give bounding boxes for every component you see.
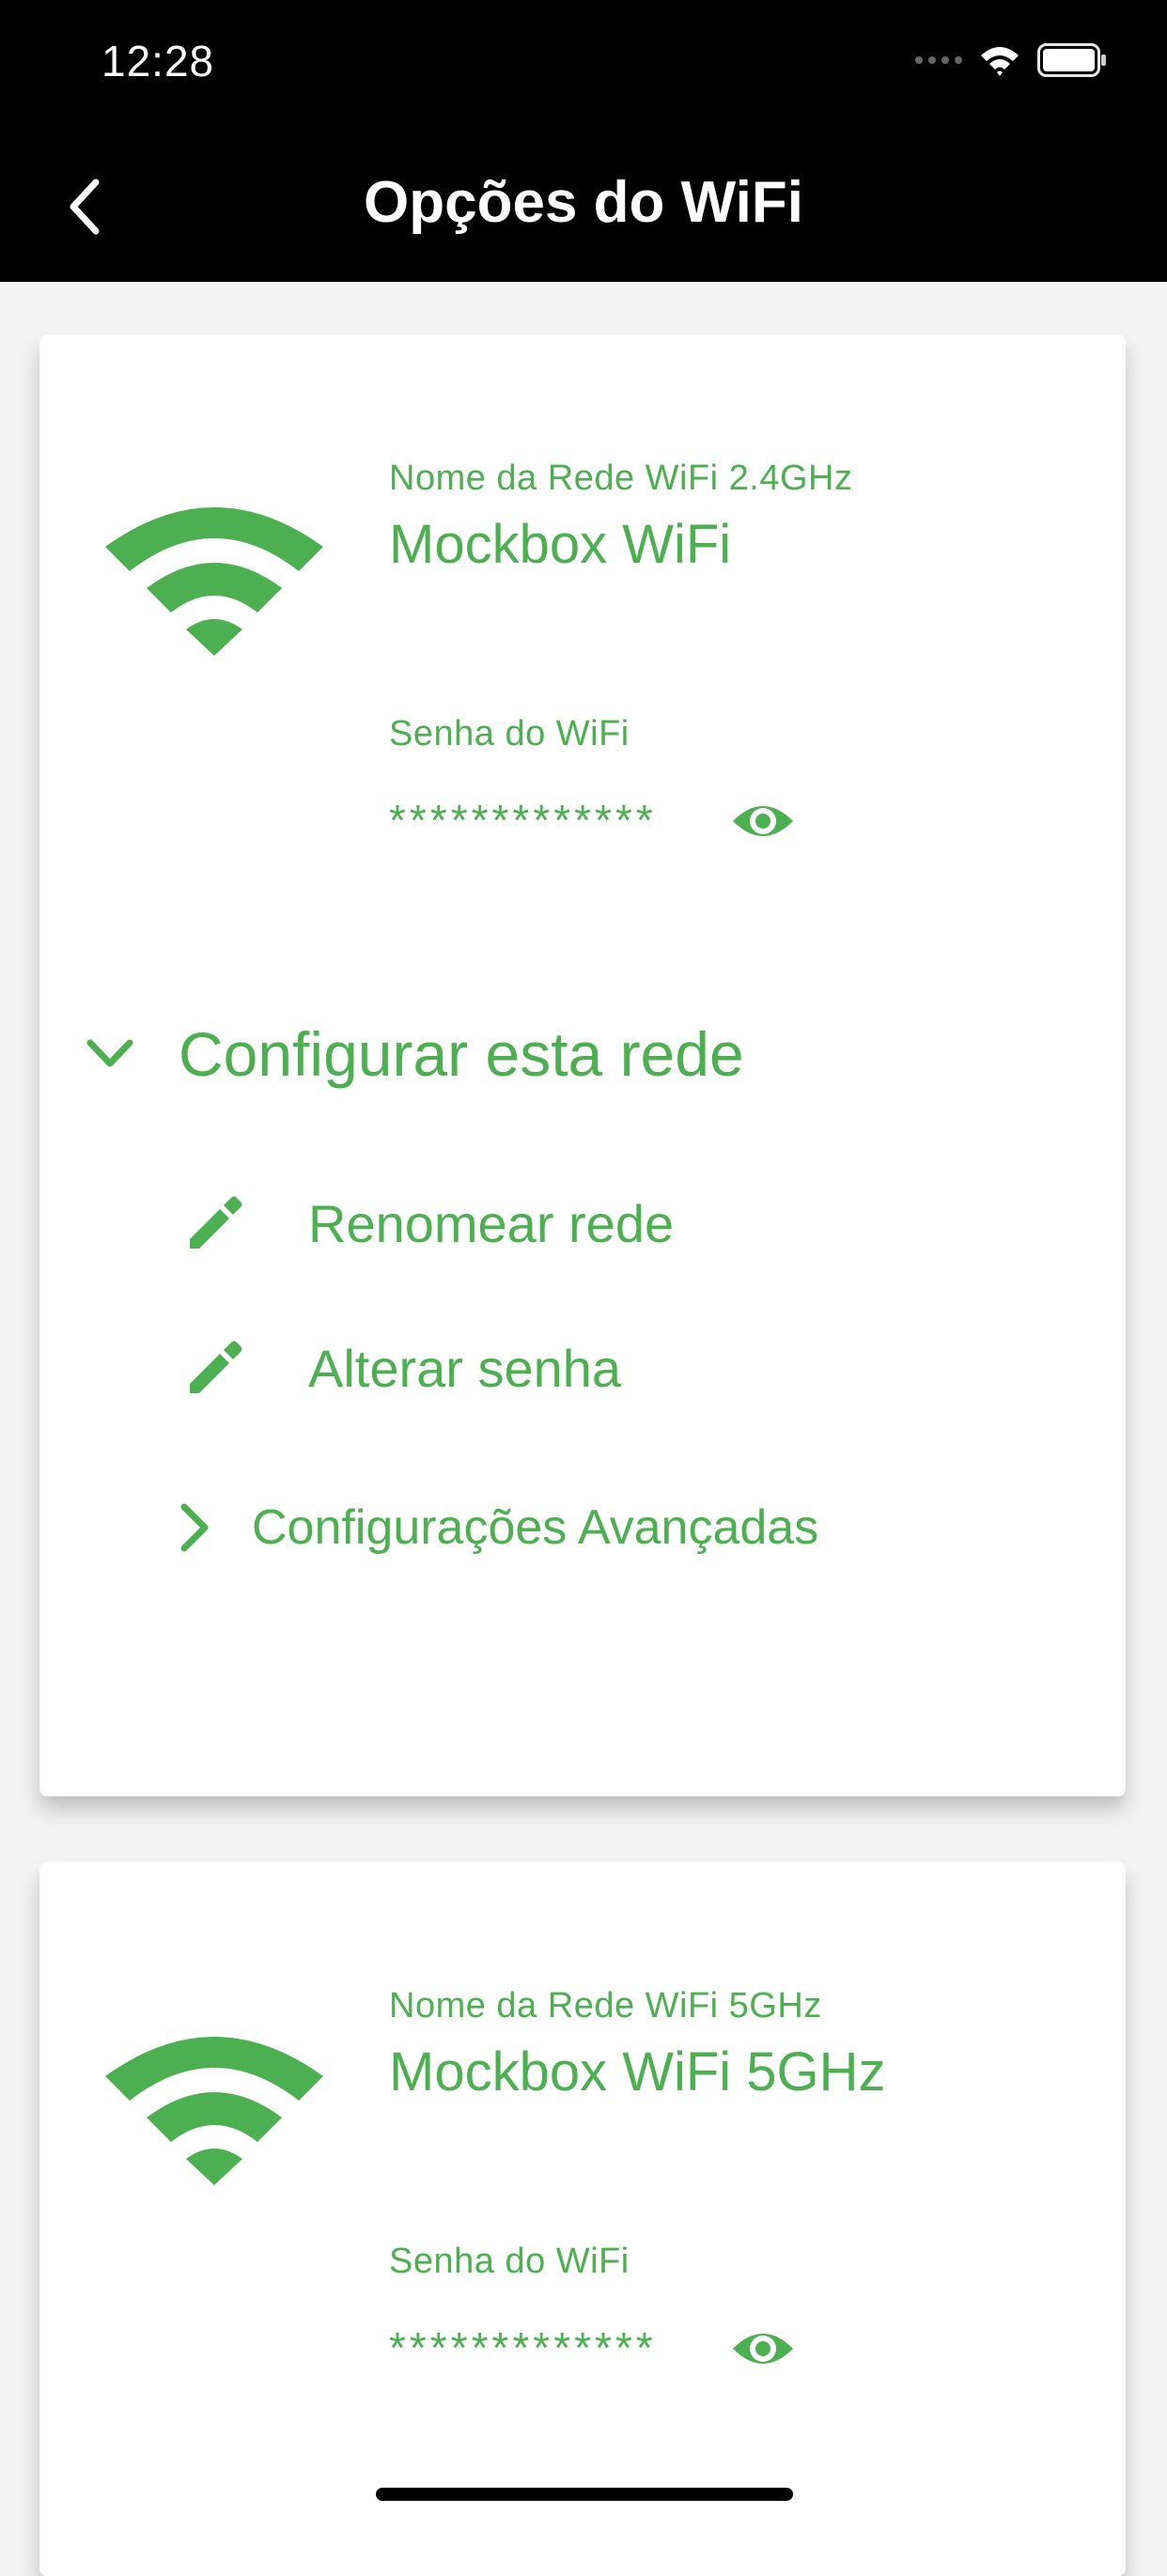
status-icons bbox=[915, 43, 1107, 77]
page-title: Opções do WiFi bbox=[364, 170, 803, 235]
eye-icon[interactable] bbox=[731, 2328, 795, 2369]
network-name: Mockbox WiFi 5GHz bbox=[389, 2041, 886, 2103]
wifi-status-icon bbox=[981, 47, 1019, 76]
password-label: Senha do WiFi bbox=[389, 714, 630, 753]
eye-icon[interactable] bbox=[731, 800, 795, 842]
rename-network-item[interactable]: Renomear rede bbox=[186, 1193, 674, 1254]
signal-icon bbox=[915, 56, 962, 64]
password-value: ************* bbox=[389, 796, 657, 845]
wifi-icon bbox=[105, 2037, 323, 2185]
change-password-item[interactable]: Alterar senha bbox=[186, 1338, 621, 1399]
chevron-right-icon bbox=[180, 1503, 209, 1552]
advanced-settings-item[interactable]: Configurações Avançadas bbox=[177, 1499, 818, 1556]
network-card-2-4ghz: Nome da Rede WiFi 2.4GHz Mockbox WiFi Se… bbox=[39, 334, 1126, 1796]
network-name: Mockbox WiFi bbox=[389, 514, 732, 575]
network-card-5ghz: Nome da Rede WiFi 5GHz Mockbox WiFi 5GHz… bbox=[39, 1862, 1126, 2576]
configure-network-label: Configurar esta rede bbox=[179, 1019, 744, 1089]
change-password-label: Alterar senha bbox=[308, 1339, 622, 1398]
pencil-icon bbox=[190, 1341, 242, 1393]
status-bar: 12:28 bbox=[0, 0, 1167, 132]
advanced-settings-label: Configurações Avançadas bbox=[252, 1500, 819, 1555]
chevron-down-icon bbox=[86, 1039, 133, 1067]
battery-icon bbox=[1037, 43, 1106, 77]
rename-network-label: Renomear rede bbox=[308, 1194, 675, 1253]
network-name-label: Nome da Rede WiFi 2.4GHz bbox=[389, 458, 853, 498]
home-indicator[interactable] bbox=[376, 2488, 793, 2501]
wifi-icon bbox=[105, 507, 323, 656]
pencil-icon bbox=[190, 1196, 242, 1249]
status-time: 12:28 bbox=[101, 37, 215, 85]
navigation-bar: Opções do WiFi bbox=[0, 132, 1167, 282]
network-name-label: Nome da Rede WiFi 5GHz bbox=[389, 1986, 822, 2025]
password-value: ************* bbox=[389, 2323, 657, 2372]
configure-network-section[interactable]: Configurar esta rede bbox=[86, 1018, 744, 1090]
password-label: Senha do WiFi bbox=[389, 2242, 630, 2281]
